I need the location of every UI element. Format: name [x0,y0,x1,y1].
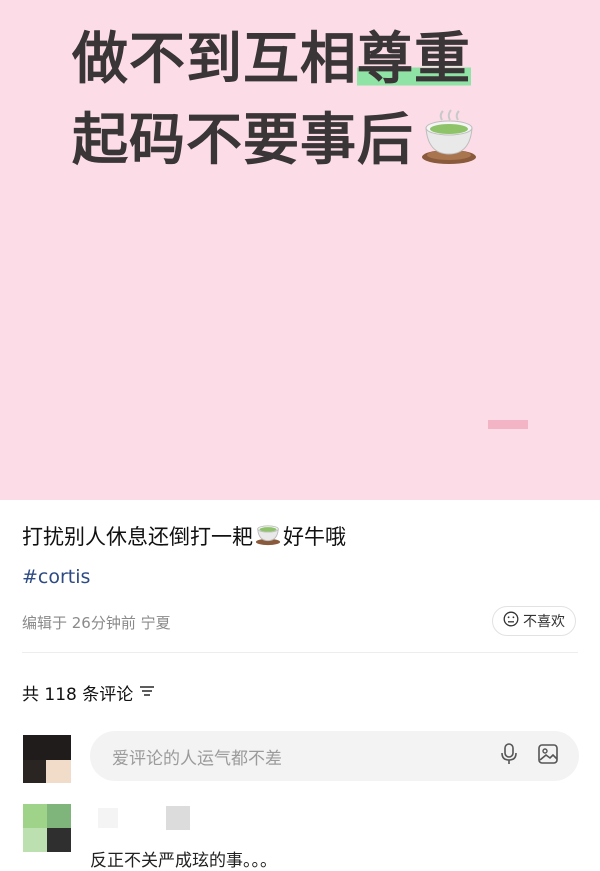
microphone-icon[interactable] [499,742,519,770]
image-text-line-1: 做不到互相尊重 [72,27,471,92]
comment-input-placeholder: 爱评论的人运气都不差 [112,748,282,769]
divider [22,652,578,653]
comment-count-header[interactable]: 共 118 条评论 [22,680,155,705]
post-image[interactable]: 做不到互相尊重 起码不要事后 [0,0,600,500]
sort-icon[interactable] [139,683,155,703]
comment-input[interactable]: 爱评论的人运气都不差 [90,731,579,781]
hashtag-link[interactable]: #cortis [22,566,90,588]
comment-text: 反正不关严成玹的事。。。 [90,851,277,871]
commenter-avatar[interactable] [23,804,71,852]
commenter-badge [166,806,190,830]
commenter-badge [98,808,118,828]
image-icon[interactable] [537,743,559,769]
tea-cup-icon [255,520,281,551]
tea-cup-icon [420,108,478,180]
highlighted-text: 尊重 [357,27,471,92]
post-meta: 编辑于 26分钟前 宁夏 [22,614,171,632]
image-text-line-2: 起码不要事后 [72,108,478,180]
decorative-mark [488,420,528,429]
dislike-label: 不喜欢 [523,614,565,630]
post-title: 打扰别人休息还倒打一耙 好牛哦 [22,520,346,551]
dislike-button[interactable]: 不喜欢 [492,606,576,636]
current-user-avatar[interactable] [23,735,71,783]
frown-face-icon [503,611,519,631]
